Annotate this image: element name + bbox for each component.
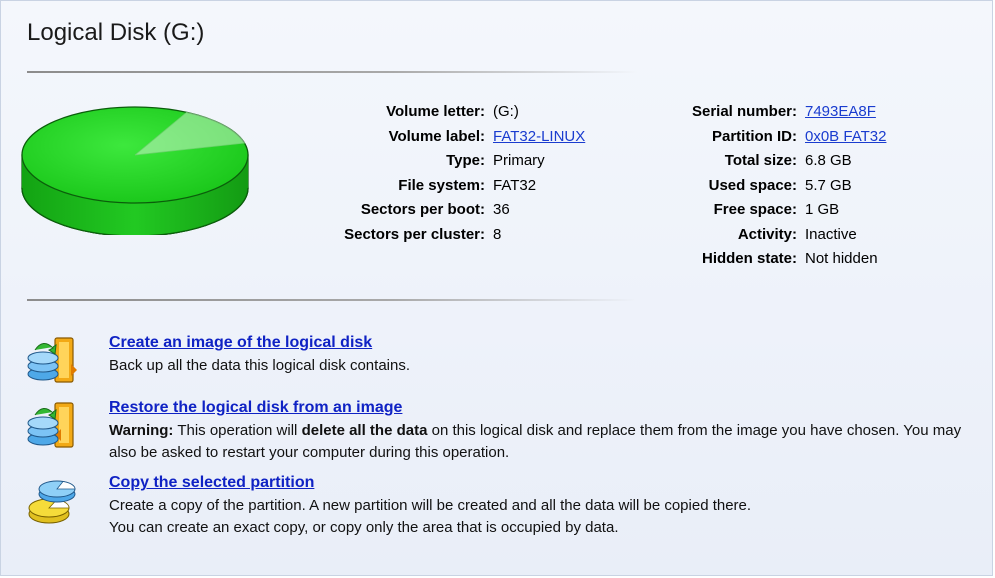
prop-value: 6.8 GB: [805, 152, 852, 169]
page-title: Logical Disk (G:): [27, 19, 205, 46]
prop-label: Total size:: [724, 152, 797, 169]
prop-partition-id: Partition ID: 0x0B FAT32: [663, 125, 886, 150]
prop-free-space: Free space: 1 GB: [663, 198, 886, 223]
prop-label: Used space:: [708, 176, 797, 194]
create-image-description: Back up all the data this logical disk c…: [109, 355, 989, 377]
prop-sectors-per-boot: Sectors per boot: 36: [301, 198, 585, 223]
copy-partition-link[interactable]: Copy the selected partition: [109, 474, 314, 492]
prop-value: 36: [493, 201, 510, 218]
separator-top: [27, 71, 637, 73]
prop-label: File system:: [398, 176, 485, 194]
prop-total-size: Total size: 6.8 GB: [663, 149, 886, 174]
prop-label: Type:: [446, 152, 485, 169]
prop-value: FAT32: [493, 176, 537, 194]
description-line-2: You can create an exact copy, or copy on…: [109, 519, 619, 536]
prop-serial-number: Serial number: 7493EA8F: [663, 100, 886, 125]
prop-type: Type: Primary: [301, 149, 585, 174]
prop-label: Sectors per cluster:: [344, 225, 485, 243]
warning-text: This operation will: [173, 422, 302, 439]
prop-label: Activity:: [737, 225, 797, 243]
prop-label: Partition ID:: [712, 127, 797, 145]
separator-middle: [27, 299, 637, 301]
volume-label-link[interactable]: FAT32-LINUX: [485, 125, 585, 150]
prop-value: 8: [493, 225, 502, 243]
logical-disk-panel: Logical Disk (G:) Volume letter: (G:) Vo…: [0, 0, 993, 576]
prop-label: Hidden state:: [701, 250, 797, 267]
prop-value: 5.7 GB: [805, 176, 852, 194]
prop-file-system: File system: FAT32: [301, 174, 585, 199]
restore-image-link[interactable]: Restore the logical disk from an image: [109, 399, 402, 417]
warning-emphasis: delete all the data: [301, 422, 428, 439]
prop-label: Serial number:: [691, 103, 797, 120]
prop-volume-label: Volume label: FAT32-LINUX: [301, 125, 586, 150]
prop-volume-letter: Volume letter: (G:): [301, 100, 585, 125]
prop-sectors-per-cluster: Sectors per cluster: 8: [301, 223, 585, 248]
create-image-link[interactable]: Create an image of the logical disk: [109, 334, 372, 352]
warning-label: Warning:: [109, 422, 174, 439]
backup-image-icon[interactable]: [23, 334, 79, 390]
description-line-1: Create a copy of the partition. A new pa…: [109, 497, 752, 514]
prop-label: Volume letter:: [386, 103, 485, 120]
disk-usage-pie-icon: [21, 106, 249, 235]
serial-number-link[interactable]: 7493EA8F: [797, 100, 876, 125]
prop-used-space: Used space: 5.7 GB: [663, 174, 886, 199]
prop-label: Volume label:: [388, 127, 485, 145]
prop-value: (G:): [493, 103, 519, 120]
properties-left: Volume letter: (G:) Volume label: FAT32-LI…: [301, 100, 585, 247]
prop-value: Primary: [493, 152, 545, 169]
prop-value: Inactive: [805, 225, 857, 243]
prop-value: 1 GB: [805, 201, 840, 218]
prop-value: Not hidden: [805, 250, 878, 267]
prop-hidden-state: Hidden state: Not hidden: [663, 247, 886, 272]
restore-image-description: Warning: This operation will delete all …: [109, 420, 989, 464]
partition-id-link[interactable]: 0x0B FAT32: [797, 125, 886, 150]
copy-partition-icon[interactable]: [23, 474, 79, 530]
restore-image-icon[interactable]: [23, 399, 79, 455]
prop-label: Sectors per boot:: [360, 201, 485, 218]
prop-label: Free space:: [713, 201, 797, 218]
copy-partition-description: Create a copy of the partition. A new pa…: [109, 495, 989, 539]
prop-activity: Activity: Inactive: [663, 223, 886, 248]
description-text: Back up all the data this logical disk c…: [109, 357, 411, 374]
properties-right: Serial number: 7493EA8F Partition ID: 0x0B…: [663, 100, 886, 272]
